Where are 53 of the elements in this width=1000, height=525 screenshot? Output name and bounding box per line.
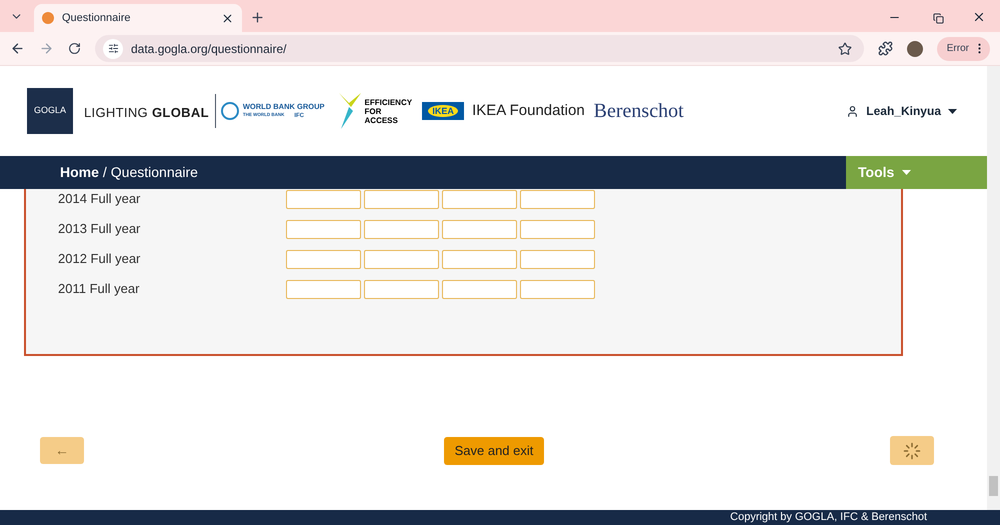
tab-title: Questionnaire: [62, 10, 132, 26]
ikea-foundation-logo: IKEA Foundation: [472, 100, 585, 121]
breadcrumb-current: Questionnaire: [110, 163, 198, 182]
row-label: 2013 Full year: [58, 220, 142, 238]
address-bar[interactable]: data.gogla.org/questionnaire/: [95, 35, 864, 62]
gogla-logo: GOGLA: [27, 88, 73, 134]
bookmark-star-icon[interactable]: [838, 42, 852, 56]
input-field[interactable]: [442, 190, 517, 208]
input-field[interactable]: [442, 220, 517, 238]
save-and-exit-button[interactable]: Save and exit: [444, 436, 544, 464]
site-favicon: [42, 12, 54, 24]
copyright-text: Copyright by GOGLA, IFC & Berenschot: [730, 510, 927, 525]
input-field[interactable]: [520, 220, 595, 238]
input-field[interactable]: [286, 220, 361, 238]
loading-spinner-icon: [903, 442, 921, 460]
restore-icon[interactable]: [933, 13, 944, 24]
input-field[interactable]: [364, 280, 439, 298]
berenschot-logo: Berenschot: [594, 99, 684, 124]
input-field[interactable]: [364, 250, 439, 268]
url-text: data.gogla.org/questionnaire/: [131, 40, 288, 58]
input-field[interactable]: [520, 190, 595, 208]
input-field[interactable]: [442, 250, 517, 268]
input-field[interactable]: [286, 250, 361, 268]
input-field[interactable]: [364, 220, 439, 238]
input-field[interactable]: [520, 250, 595, 268]
back-icon[interactable]: [10, 41, 25, 56]
input-field[interactable]: [364, 190, 439, 208]
row-label: 2012 Full year: [58, 250, 142, 268]
close-tab-icon[interactable]: [221, 12, 234, 24]
row-label: 2014 Full year: [58, 190, 142, 208]
lighting-global-logo: LIGHTING GLOBAL: [84, 94, 216, 128]
input-field[interactable]: [442, 280, 517, 298]
home-link[interactable]: Home: [60, 162, 99, 183]
profile-error-button[interactable]: Error: [936, 36, 990, 60]
caret-icon: [902, 170, 912, 175]
input-field[interactable]: [286, 190, 361, 208]
ikea-logo: IKEA: [422, 102, 464, 120]
input-field[interactable]: [286, 280, 361, 298]
reload-icon[interactable]: [68, 42, 81, 55]
site-settings-icon[interactable]: [103, 38, 123, 58]
breadcrumb-separator: /: [102, 163, 107, 182]
user-menu[interactable]: Leah_Kinyua: [846, 102, 957, 120]
close-window-icon[interactable]: [972, 10, 986, 24]
browser-tab[interactable]: Questionnaire: [34, 4, 242, 32]
forward-icon[interactable]: [39, 41, 54, 56]
profile-avatar[interactable]: [906, 40, 923, 56]
efficiency-for-access-logo: EFFICIENCY FOR ACCESS: [338, 93, 412, 129]
new-tab-icon[interactable]: [250, 10, 265, 25]
input-field[interactable]: [520, 280, 595, 298]
extensions-icon[interactable]: [878, 41, 893, 56]
user-icon: [846, 104, 860, 118]
row-label: 2011 Full year: [58, 280, 140, 298]
caret-icon: [948, 108, 957, 114]
